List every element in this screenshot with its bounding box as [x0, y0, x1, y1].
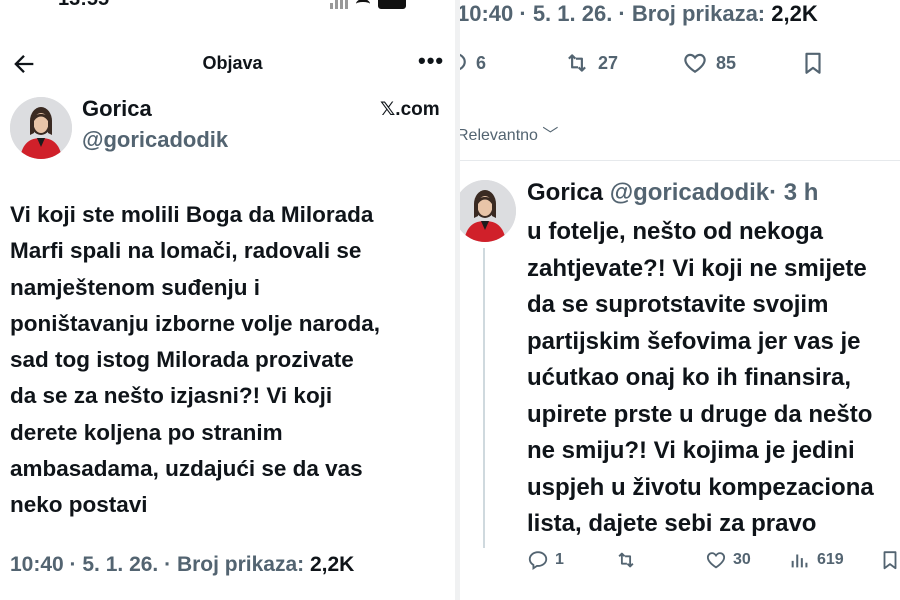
status-time: 13:55 — [58, 0, 109, 11]
reply-text-line: u fotelje, nešto od nekoga — [527, 218, 824, 245]
reply-text-line: lista, dajete sebi za pravo — [527, 510, 817, 537]
author-name[interactable]: Gorica — [527, 179, 603, 206]
post-meta: 10:40 · 5. 1. 26. · Broj prikaza: 2,2K — [460, 1, 818, 27]
reply-text: u fotelje, nešto od nekoga zahtjevate?! … — [527, 214, 874, 543]
views-label: Broj prikaza: — [176, 553, 310, 576]
battery-icon — [378, 0, 406, 9]
repost-count: 27 — [598, 52, 619, 73]
like-button[interactable]: 30 — [705, 549, 751, 571]
post-text-line: Vi koji ste molili Boga da Milorada — [10, 202, 374, 227]
views-label: Broj prikaza: — [631, 1, 772, 26]
nav-bar: Objava ••• — [0, 44, 455, 84]
page-title: Objava — [202, 53, 263, 73]
bookmark-button[interactable] — [800, 50, 826, 76]
like-icon — [706, 552, 726, 569]
avatar[interactable] — [10, 97, 72, 159]
post-text-line: da se za nešto izjasni?! Vi koji — [10, 383, 333, 409]
post-text-line: neko postavi — [10, 492, 148, 518]
reply-count: 6 — [476, 52, 487, 73]
reply-text-line: da se suprotstavite svojim — [527, 291, 829, 318]
reply-text-line: upirete prste u druge da nešto — [527, 400, 873, 428]
post-text-line: sad tog istog Milorada prozivate — [10, 347, 354, 373]
left-screenshot: 13:55 Objava ••• Gorica @goricadodik 𝕏.c… — [0, 0, 455, 600]
sort-dropdown[interactable]: Relevantno ﹀ — [460, 121, 558, 145]
status-icons — [330, 0, 406, 9]
post-text-line: namještenom suđenju i — [10, 274, 261, 300]
signal-icon — [330, 0, 348, 9]
reply-text-line: ne smiju?! Vi kojima je jedini — [527, 437, 855, 464]
reply-text-line: ućutkao onaj ko ih finansira, — [527, 364, 852, 391]
reply-count: 1 — [555, 551, 564, 568]
reply-text-line: uspjeh u životu kompezacionа — [527, 473, 874, 501]
author-name[interactable]: Gorica — [82, 96, 152, 122]
reply-action-bar: 1 30 619 — [527, 549, 900, 579]
author-handle[interactable]: @goricadodik — [610, 179, 769, 206]
sort-label: Relevantno — [460, 127, 538, 144]
bookmark-button[interactable] — [879, 549, 900, 571]
right-screenshot: 10:40 · 5. 1. 26. · Broj prikaza: 2,2K 6… — [460, 0, 900, 600]
post-meta: 10:40 · 5. 1. 26. · Broj prikaza: 2,2K — [10, 553, 354, 577]
post-text-line: ambasadama, uzdajući se da vas — [10, 456, 363, 482]
more-icon[interactable]: ••• — [418, 48, 444, 74]
repost-button[interactable]: 27 — [564, 50, 618, 76]
views-button[interactable]: 619 — [789, 549, 844, 571]
reply-icon — [460, 53, 466, 71]
reply-text-line: partijskim šefovima jer vas je — [527, 327, 861, 355]
avatar[interactable] — [460, 180, 516, 242]
post-text-line: derete koljena po stranim — [10, 419, 283, 445]
like-count: 85 — [716, 52, 737, 73]
action-bar: 6 27 85 — [460, 50, 900, 86]
reply-icon — [528, 551, 548, 570]
views-count: 2,2K — [309, 553, 355, 576]
repost-icon — [568, 54, 586, 72]
like-button[interactable]: 85 — [682, 50, 736, 76]
post-timestamp[interactable]: 10:40 · 5. 1. 26. · — [460, 1, 632, 26]
reply-button[interactable]: 6 — [460, 50, 486, 76]
repost-icon — [618, 552, 634, 568]
reply-age[interactable]: · 3 h — [769, 179, 818, 206]
reply-button[interactable]: 1 — [527, 549, 564, 571]
views-count: 2,2K — [771, 1, 818, 26]
thread-line — [483, 248, 485, 548]
like-icon — [684, 53, 706, 73]
repost-button[interactable] — [615, 549, 637, 571]
views-count: 619 — [817, 551, 844, 568]
reply-header: Gorica @goricadodik· 3 h — [527, 179, 818, 207]
like-count: 30 — [733, 551, 751, 568]
post-text: Vi koji ste molili Boga da Milorada Marf… — [10, 197, 455, 524]
divider — [460, 160, 900, 161]
post-text-line: poništavanju izborne volje naroda, — [10, 310, 381, 336]
chevron-down-icon: ﹀ — [537, 127, 559, 144]
source-label: 𝕏.com — [380, 99, 440, 120]
reply-text-line: zahtjevate?! Vi koji ne smijete — [527, 254, 867, 282]
author-handle[interactable]: @goricadodik — [82, 127, 228, 153]
post-timestamp[interactable]: 10:40 · 5. 1. 26. · — [10, 553, 177, 576]
wifi-icon — [356, 0, 370, 9]
post-text-line: Marfi spali na lomači, radovali se — [10, 238, 362, 264]
bookmark-icon — [805, 52, 821, 74]
views-icon — [791, 554, 808, 568]
bookmark-icon — [883, 551, 897, 570]
